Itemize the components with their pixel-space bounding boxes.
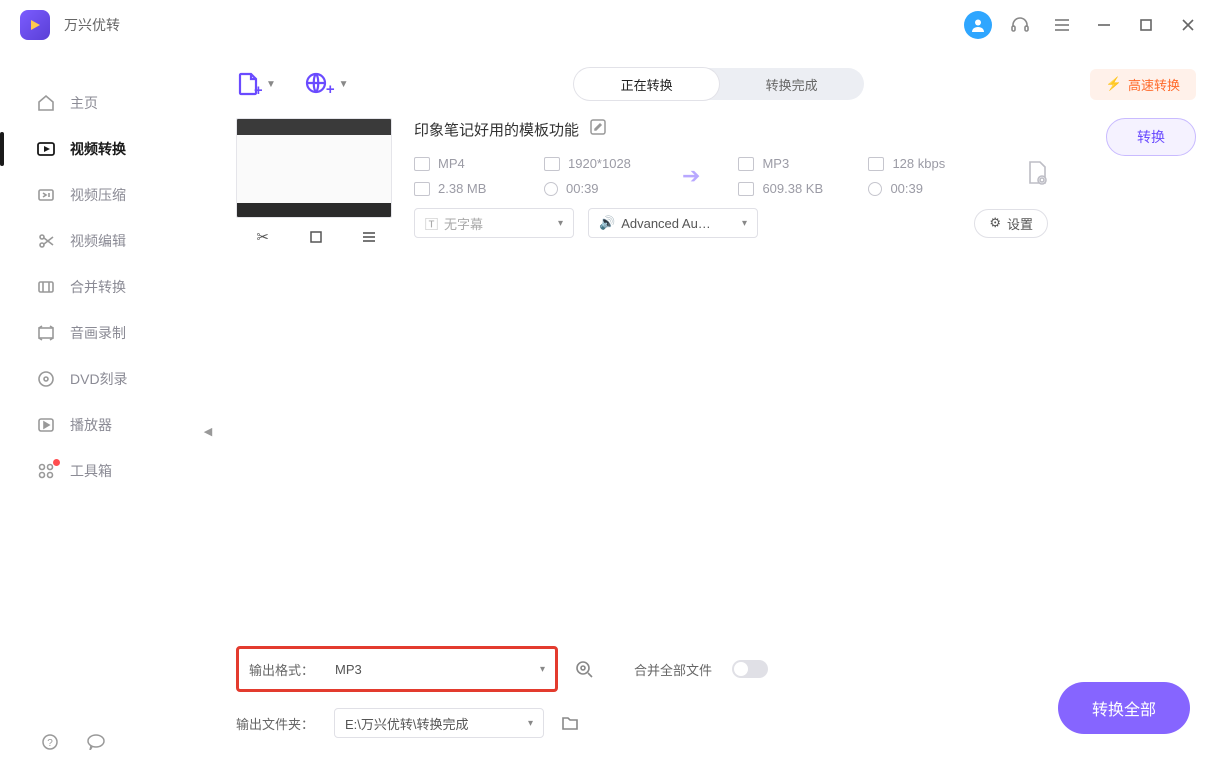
dst-bitrate: 128 kbps bbox=[892, 156, 945, 171]
subtitle-icon: 🅃 bbox=[425, 214, 438, 233]
sidebar-item-video-edit[interactable]: 视频编辑 bbox=[0, 218, 209, 264]
clock-icon bbox=[868, 182, 882, 196]
src-size: 2.38 MB bbox=[438, 181, 486, 196]
svg-text:?: ? bbox=[47, 738, 53, 749]
menu-icon[interactable] bbox=[1048, 11, 1076, 39]
sidebar-item-label: 视频转换 bbox=[70, 139, 126, 159]
maximize-icon[interactable] bbox=[1132, 11, 1160, 39]
svg-text:+: + bbox=[254, 82, 262, 97]
video-convert-icon bbox=[36, 139, 56, 159]
feedback-icon[interactable] bbox=[82, 728, 110, 756]
bottom-bar: 输出格式： MP3 ▾ 合并全部文件 输出文件夹： E:\万兴优转\转换完成 ▾ bbox=[236, 634, 1196, 754]
app-logo bbox=[20, 10, 50, 40]
dst-format: MP3 bbox=[762, 156, 789, 171]
sidebar-item-label: 播放器 bbox=[70, 415, 112, 435]
turbo-badge[interactable]: ⚡ 高速转换 bbox=[1090, 69, 1196, 100]
output-format-label: 输出格式： bbox=[249, 660, 335, 679]
preview-icon[interactable] bbox=[570, 655, 598, 683]
merge-icon bbox=[36, 277, 56, 297]
cut-icon[interactable]: ✂ bbox=[248, 224, 278, 250]
sidebar-item-video-convert[interactable]: 视频转换 bbox=[0, 126, 209, 172]
sidebar-item-label: 主页 bbox=[70, 93, 98, 113]
sidebar-item-toolbox[interactable]: 工具箱 bbox=[0, 448, 209, 494]
item-settings-button[interactable]: ⚙ 设置 bbox=[974, 209, 1048, 238]
format-icon bbox=[738, 157, 754, 171]
scissors-icon bbox=[36, 231, 56, 251]
dst-size: 609.38 KB bbox=[762, 181, 823, 196]
size-icon bbox=[414, 182, 430, 196]
sidebar-item-label: 音画录制 bbox=[70, 323, 126, 343]
avatar[interactable] bbox=[964, 11, 992, 39]
status-tabs: 正在转换 转换完成 bbox=[574, 68, 864, 100]
tab-done[interactable]: 转换完成 bbox=[719, 68, 864, 100]
gear-icon: ⚙ bbox=[989, 215, 1001, 231]
sidebar-item-label: 合并转换 bbox=[70, 277, 126, 297]
more-icon[interactable] bbox=[354, 224, 384, 250]
record-icon bbox=[36, 323, 56, 343]
sidebar-item-label: 工具箱 bbox=[70, 461, 112, 481]
output-format-highlight: 输出格式： MP3 ▾ bbox=[236, 646, 558, 692]
src-resolution: 1920*1028 bbox=[568, 156, 631, 171]
add-file-button[interactable]: + ▼ bbox=[236, 71, 276, 97]
edit-title-icon[interactable] bbox=[589, 118, 607, 140]
player-icon bbox=[36, 415, 56, 435]
output-folder-select[interactable]: E:\万兴优转\转换完成 ▾ bbox=[334, 708, 544, 738]
dvd-icon bbox=[36, 369, 56, 389]
size-icon bbox=[738, 182, 754, 196]
tab-converting[interactable]: 正在转换 bbox=[574, 68, 719, 100]
subtitle-select[interactable]: 🅃无字幕 ▾ bbox=[414, 208, 574, 238]
home-icon bbox=[36, 93, 56, 113]
help-icon[interactable]: ? bbox=[36, 728, 64, 756]
clock-icon bbox=[544, 182, 558, 196]
sidebar: 主页 视频转换 视频压缩 视频编辑 合并转换 音画录制 DVD刻录 播放器 bbox=[0, 50, 210, 770]
file-item: ✂ 印象笔记好用的模板功能 MP4 2.38 MB 1920*1028 bbox=[236, 118, 1196, 250]
lightning-icon: ⚡ bbox=[1106, 76, 1122, 92]
sidebar-item-label: DVD刻录 bbox=[70, 369, 128, 389]
minimize-icon[interactable] bbox=[1090, 11, 1118, 39]
convert-all-button[interactable]: 转换全部 bbox=[1058, 682, 1190, 734]
sidebar-item-label: 视频编辑 bbox=[70, 231, 126, 251]
audio-icon: 🔊 bbox=[599, 215, 615, 231]
video-thumbnail[interactable] bbox=[236, 118, 392, 218]
chevron-down-icon: ▼ bbox=[339, 79, 349, 90]
format-icon bbox=[414, 157, 430, 171]
open-folder-icon[interactable] bbox=[556, 709, 584, 737]
titlebar: 万兴优转 bbox=[0, 0, 1222, 50]
convert-button[interactable]: 转换 bbox=[1106, 118, 1196, 156]
chevron-down-icon: ▾ bbox=[540, 664, 545, 675]
dst-duration: 00:39 bbox=[890, 181, 923, 196]
file-title: 印象笔记好用的模板功能 bbox=[414, 119, 579, 140]
app-title: 万兴优转 bbox=[64, 15, 120, 35]
compress-icon bbox=[36, 185, 56, 205]
audio-select[interactable]: 🔊Advanced Au… ▾ bbox=[588, 208, 758, 238]
page-settings-icon[interactable] bbox=[1026, 160, 1048, 192]
sidebar-item-record[interactable]: 音画录制 bbox=[0, 310, 209, 356]
toolbox-icon bbox=[36, 461, 56, 481]
add-url-button[interactable]: + ▼ bbox=[304, 71, 349, 98]
sidebar-item-player[interactable]: 播放器 bbox=[0, 402, 209, 448]
merge-toggle[interactable] bbox=[732, 660, 768, 678]
headset-icon[interactable] bbox=[1006, 11, 1034, 39]
sidebar-item-merge[interactable]: 合并转换 bbox=[0, 264, 209, 310]
content-area: + ▼ + ▼ 正在转换 转换完成 ⚡ 高速转换 bbox=[210, 50, 1222, 770]
sidebar-item-dvd[interactable]: DVD刻录 bbox=[0, 356, 209, 402]
chevron-down-icon: ▾ bbox=[528, 718, 533, 729]
resolution-icon bbox=[544, 157, 560, 171]
chevron-down-icon: ▾ bbox=[742, 218, 747, 229]
sidebar-item-video-compress[interactable]: 视频压缩 bbox=[0, 172, 209, 218]
sidebar-item-home[interactable]: 主页 bbox=[0, 80, 209, 126]
output-format-select[interactable]: MP3 ▾ bbox=[335, 655, 545, 683]
bitrate-icon bbox=[868, 157, 884, 171]
chevron-down-icon: ▼ bbox=[266, 79, 276, 90]
src-format: MP4 bbox=[438, 156, 465, 171]
crop-icon[interactable] bbox=[301, 224, 331, 250]
output-folder-label: 输出文件夹： bbox=[236, 714, 322, 733]
close-icon[interactable] bbox=[1174, 11, 1202, 39]
sidebar-item-label: 视频压缩 bbox=[70, 185, 126, 205]
arrow-right-icon: ➔ bbox=[674, 163, 708, 189]
src-duration: 00:39 bbox=[566, 181, 599, 196]
merge-label: 合并全部文件 bbox=[634, 660, 712, 679]
chevron-down-icon: ▾ bbox=[558, 218, 563, 229]
